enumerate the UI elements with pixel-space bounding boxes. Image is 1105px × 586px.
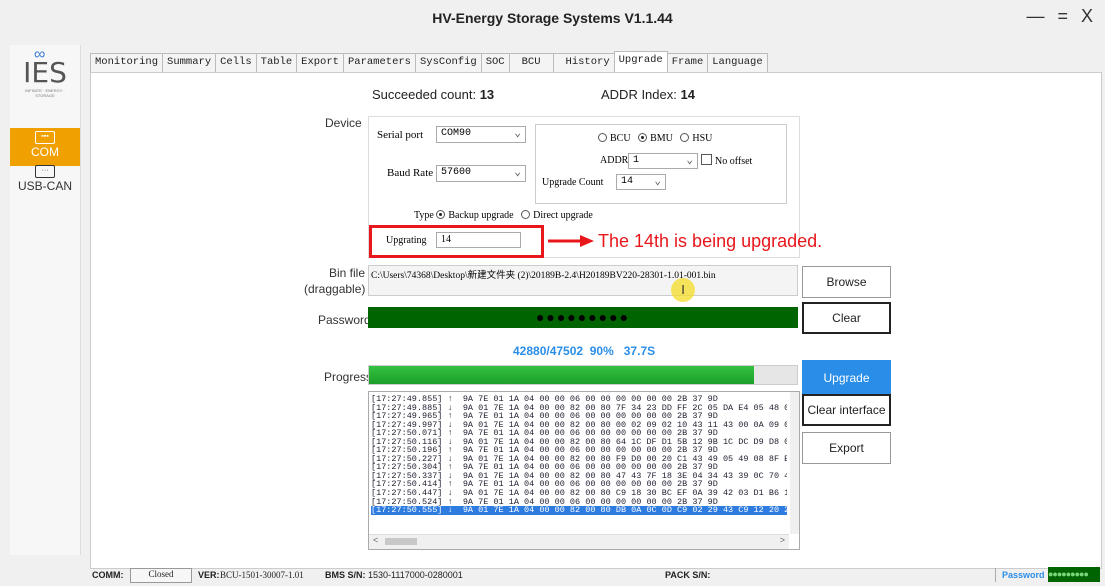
succeeded-count: Succeeded count: 13 (372, 87, 495, 102)
no-offset-checkbox[interactable]: No offset (701, 154, 752, 167)
bin-file-label: Bin file (329, 266, 366, 280)
baud-rate-label: Baud Rate (387, 167, 434, 179)
tab-summary[interactable]: Summary (162, 53, 217, 73)
tab-history[interactable]: History (552, 53, 615, 73)
pack-sn-label: PACK S/N: (665, 570, 711, 580)
tab-upgrade[interactable]: Upgrade (613, 51, 668, 73)
log-line[interactable]: [17:27:50.555] ↓ 9A 01 7E 1A 04 00 00 82… (371, 506, 787, 515)
window-title: HV-Energy Storage Systems V1.1.44 (432, 10, 673, 26)
sidebar-item-usb-can[interactable]: ··· USB-CAN (10, 162, 80, 196)
text-cursor-icon: I (671, 278, 695, 302)
radio-hsu[interactable]: HSU (680, 133, 712, 144)
ver-label: VER: (198, 570, 220, 580)
tab-frame[interactable]: Frame (666, 53, 709, 73)
upgrade-count-label: Upgrade Count (542, 177, 604, 188)
sidebar-item-label: COM (31, 145, 59, 159)
annotation-arrow-icon (548, 235, 594, 247)
status-password-field[interactable]: ●●●●●●●●● (1048, 567, 1100, 582)
scroll-left-icon[interactable]: < (373, 535, 378, 545)
baud-rate-select[interactable]: 57600 (436, 165, 526, 182)
target-radio-group: BCU BMU HSU (598, 133, 712, 144)
tab-soc[interactable]: SOC (480, 53, 510, 73)
tab-cells[interactable]: Cells (215, 53, 257, 73)
progress-label: Progress (324, 370, 373, 384)
tab-bcu[interactable]: BCU (508, 53, 554, 73)
bin-file-path[interactable]: C:\Users\74368\Desktop\新建文件夹 (2)\20189B-… (368, 265, 798, 296)
status-password-label: Password (1002, 570, 1045, 580)
bms-sn-value: 1530-1117000-0280001 (368, 570, 463, 580)
upgrade-count-select[interactable]: 14 (616, 174, 666, 190)
progress-bar (368, 365, 798, 385)
addr-label: ADDR (600, 155, 629, 166)
bms-sn-label: BMS S/N: (325, 570, 366, 580)
draggable-label: (draggable) (304, 282, 366, 296)
scroll-right-icon[interactable]: > (780, 535, 785, 545)
log-panel[interactable]: [17:27:49.855] ↑ 9A 7E 01 1A 04 00 00 06… (368, 391, 800, 550)
window-controls[interactable]: — = X (1026, 6, 1097, 27)
password-field[interactable]: ●●●●●●●●● (368, 307, 798, 328)
tab-bar: Monitoring Summary Cells Table Export Pa… (90, 51, 768, 73)
log-lines: [17:27:49.855] ↑ 9A 7E 01 1A 04 00 00 06… (371, 395, 787, 526)
clear-button[interactable]: Clear (802, 302, 891, 334)
radio-bmu[interactable]: BMU (638, 133, 673, 144)
upgrade-button[interactable]: Upgrade (802, 360, 891, 394)
progress-bar-fill (369, 366, 755, 384)
comm-status-value: Closed (130, 568, 192, 583)
device-label: Device (325, 116, 362, 130)
usb-can-icon: ··· (35, 165, 55, 178)
upgrating-field: 14 (436, 232, 521, 248)
tab-parameters[interactable]: Parameters (342, 53, 416, 73)
serial-port-icon: ▪▪▪ (35, 131, 55, 144)
log-horizontal-scrollbar[interactable]: < > (369, 534, 789, 549)
tab-export[interactable]: Export (296, 53, 344, 73)
tab-table[interactable]: Table (255, 53, 298, 73)
comm-label: COMM: (92, 570, 124, 580)
annotation-text: The 14th is being upgraded. (598, 231, 823, 251)
radio-bcu[interactable]: BCU (598, 133, 631, 144)
status-bar: COMM: Closed VER: BCU-1501-30007-1.01 BM… (90, 566, 1105, 586)
upgrade-panel: Succeeded count: 13 ADDR Index: 14 Devic… (90, 72, 1102, 569)
tab-monitoring[interactable]: Monitoring (90, 53, 164, 73)
title-bar: HV-Energy Storage Systems V1.1.44 — = X (0, 0, 1105, 38)
addr-select[interactable]: 1 (628, 153, 698, 169)
addr-index: ADDR Index: 14 (601, 87, 695, 102)
status-divider (995, 568, 996, 582)
tab-sysconfig[interactable]: SysConfig (414, 53, 482, 73)
clear-interface-button[interactable]: Clear interface (802, 394, 891, 426)
sidebar-item-label: USB-CAN (17, 179, 72, 193)
upgrating-label: Upgrating (386, 235, 427, 246)
radio-backup-upgrade[interactable]: Backup upgrade (436, 210, 514, 221)
sidebar: ∞ IES INFINITE · ENERGY · STORAGE ▪▪▪ CO… (10, 45, 81, 555)
scroll-thumb[interactable] (385, 538, 417, 545)
browse-button[interactable]: Browse (802, 266, 891, 298)
logo-swoosh-icon: ∞ (34, 46, 46, 63)
serial-port-label: Serial port (377, 129, 424, 141)
serial-port-select[interactable]: COM90 (436, 126, 526, 143)
password-label: Password (318, 313, 371, 327)
ver-value: BCU-1501-30007-1.01 (220, 570, 304, 580)
export-button[interactable]: Export (802, 432, 891, 464)
progress-stats: 42880/47502 90% 37.7S (513, 344, 656, 358)
tab-language[interactable]: Language (707, 53, 768, 73)
sidebar-item-com[interactable]: ▪▪▪ COM (10, 128, 80, 166)
company-logo: ∞ IES INFINITE · ENERGY · STORAGE (23, 46, 67, 98)
log-vertical-scrollbar[interactable] (790, 392, 799, 534)
type-radio-group: Type Backup upgrade Direct upgrade (414, 210, 593, 221)
radio-direct-upgrade[interactable]: Direct upgrade (521, 210, 593, 221)
